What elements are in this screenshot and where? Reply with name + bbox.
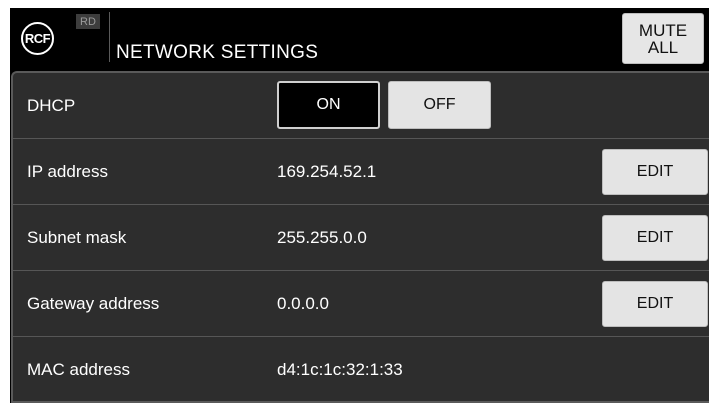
ip-address-row: IP address 169.254.52.1 EDIT [13,139,709,205]
mute-all-button[interactable]: MUTE ALL [622,13,704,64]
mute-all-label: MUTE ALL [638,20,688,57]
mac-address-row: MAC address d4:1c:1c:32:1:33 [13,337,709,401]
dhcp-label: DHCP [27,96,76,115]
ip-address-label: IP address [27,162,108,181]
subnet-mask-label: Subnet mask [27,228,127,247]
mac-address-value: d4:1c:1c:32:1:33 [277,360,403,379]
ip-address-value: 169.254.52.1 [277,162,377,181]
subnet-mask-value: 255.255.0.0 [277,228,367,247]
header-bar: RCF RD NETWORK SETTINGS MUTE ALL [10,8,709,70]
subnet-mask-row: Subnet mask 255.255.0.0 EDIT [13,205,709,271]
rd-badge: RD [76,14,100,29]
subnet-mask-edit-button[interactable]: EDIT [602,215,708,261]
device-screen: RCF RD NETWORK SETTINGS MUTE ALL DHCP ON … [10,8,709,403]
settings-panel: DHCP ON OFF IP address 169.254.52.1 EDIT… [11,71,709,403]
ip-address-edit-button[interactable]: EDIT [602,149,708,195]
gateway-address-row: Gateway address 0.0.0.0 EDIT [13,271,709,337]
rcf-logo: RCF [21,22,54,55]
logo-text: RCF [24,31,51,46]
title-divider [109,12,110,62]
dhcp-off-button[interactable]: OFF [388,81,491,129]
gateway-address-edit-button[interactable]: EDIT [602,281,708,327]
mac-address-label: MAC address [27,360,130,379]
page-title: NETWORK SETTINGS [116,42,319,63]
gateway-address-value: 0.0.0.0 [277,294,329,313]
gateway-address-label: Gateway address [27,294,160,313]
dhcp-on-button[interactable]: ON [277,81,380,129]
dhcp-row: DHCP ON OFF [13,73,709,139]
